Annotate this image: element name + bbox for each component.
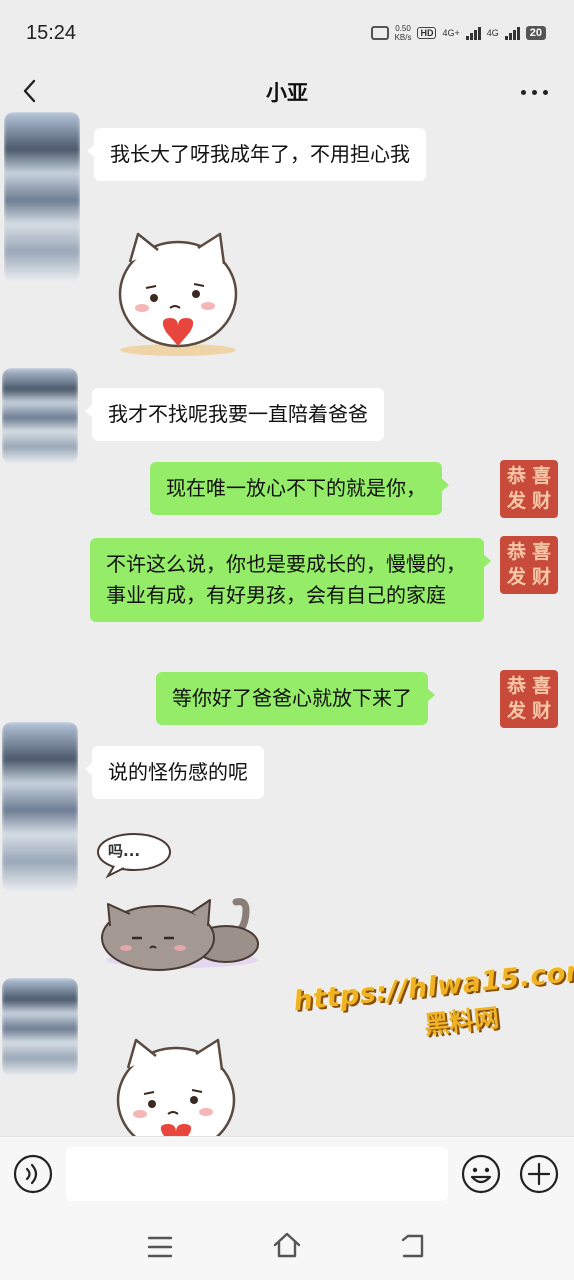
avatar-char: 财 [531, 700, 551, 722]
net-speed-unit: KB/s [394, 33, 412, 42]
avatar-char: 喜 [531, 675, 551, 697]
home-icon[interactable] [272, 1230, 302, 1260]
battery-icon: 20 [525, 26, 546, 40]
message-bubble-incoming[interactable]: 我才不找呢我要一直陪着爸爸 [85, 388, 384, 441]
contact-avatar[interactable] [4, 112, 80, 282]
avatar-char: 恭 [506, 541, 526, 563]
status-time: 15:24 [26, 21, 77, 44]
self-avatar[interactable]: 恭喜发财 [500, 460, 558, 518]
avatar-char: 恭 [506, 465, 526, 487]
watermark: https://hlwa15.com 黑料网 [292, 955, 574, 1076]
avatar-char: 喜 [531, 541, 551, 563]
chat-header: 小亚 [0, 66, 574, 118]
white-cat-heart-sticker[interactable] [108, 222, 248, 362]
message-bubble-incoming[interactable]: 我长大了呀我成年了，不用担心我 [87, 128, 426, 181]
system-nav-bar [0, 1212, 574, 1280]
avatar-char: 恭 [506, 675, 526, 697]
hd-badge: HD [417, 27, 437, 39]
message-bubble-outgoing[interactable]: 不许这么说，你也是要成长的，慢慢的，事业有成，有好男孩，会有自己的家庭 [90, 538, 491, 622]
contact-avatar[interactable] [2, 722, 78, 892]
input-bar [0, 1136, 574, 1212]
signal-icon [504, 26, 520, 40]
self-avatar[interactable]: 恭喜发财 [500, 536, 558, 594]
contact-avatar[interactable] [2, 978, 78, 1076]
chevron-left-icon[interactable] [18, 78, 44, 104]
return-icon[interactable] [398, 1232, 428, 1260]
avatar-char: 发 [506, 566, 526, 588]
status-bar: 15:24 0.50 KB/s HD 4G+ 4G 20 [0, 0, 574, 66]
net-speed-value: 0.50 [395, 24, 411, 33]
avatar-char: 发 [506, 490, 526, 512]
vibrate-icon [370, 26, 389, 40]
sim2-label: 4G [486, 28, 499, 38]
message-bubble-outgoing[interactable]: 等你好了爸爸心就放下来了 [156, 672, 435, 725]
more-dots-icon[interactable] [521, 90, 548, 95]
message-input[interactable] [66, 1147, 448, 1201]
sim1-label: 4G+ [442, 28, 460, 38]
self-avatar[interactable]: 恭喜发财 [500, 670, 558, 728]
gray-cat-sticker[interactable]: 吗... [96, 826, 266, 976]
avatar-char: 财 [531, 490, 551, 512]
message-bubble-outgoing[interactable]: 现在唯一放心不下的就是你， [150, 462, 449, 515]
emoji-icon[interactable] [460, 1153, 502, 1195]
contact-avatar[interactable] [2, 368, 78, 464]
voice-icon[interactable] [12, 1153, 54, 1195]
chat-title: 小亚 [266, 81, 308, 105]
avatar-char: 财 [531, 566, 551, 588]
sticker-speech-text: 吗... [108, 842, 141, 860]
net-speed: 0.50 KB/s [395, 24, 412, 42]
avatar-char: 发 [506, 700, 526, 722]
message-bubble-incoming[interactable]: 说的怪伤感的呢 [85, 746, 264, 799]
menu-icon[interactable] [146, 1234, 174, 1260]
signal-icon [465, 26, 481, 40]
white-cat-heart-sticker[interactable] [106, 1028, 246, 1136]
status-icons: 0.50 KB/s HD 4G+ 4G 20 [370, 24, 546, 42]
plus-icon[interactable] [518, 1153, 560, 1195]
avatar-char: 喜 [531, 465, 551, 487]
